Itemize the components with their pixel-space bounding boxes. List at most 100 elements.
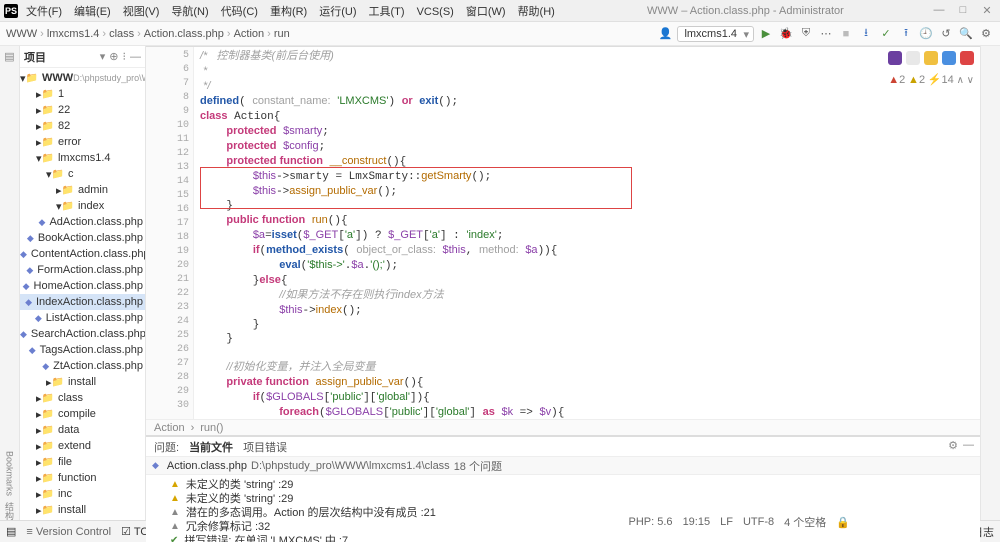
tree-item[interactable]: ◆ContentAction.class.php bbox=[20, 246, 145, 262]
breadcrumb-item[interactable]: WWW bbox=[6, 28, 37, 40]
problem-item[interactable]: ▲未定义的类 'string' :29 bbox=[146, 477, 980, 491]
tree-item[interactable]: ▸ 📁data bbox=[20, 422, 145, 438]
menu-item[interactable]: 导航(N) bbox=[165, 4, 214, 20]
status-vcs[interactable]: ≡ Version Control bbox=[26, 526, 111, 538]
panel-locate-icon[interactable]: ⊕ bbox=[109, 50, 118, 63]
maximize-button[interactable]: □ bbox=[954, 4, 972, 17]
menu-item[interactable]: VCS(S) bbox=[411, 4, 460, 20]
tree-item[interactable]: ◆HomeAction.class.php bbox=[20, 278, 145, 294]
menu-item[interactable]: 窗口(W) bbox=[460, 4, 512, 20]
tree-item[interactable]: ▸ 📁22 bbox=[20, 102, 145, 118]
status-lock-icon[interactable]: 🔒 bbox=[836, 516, 850, 529]
menu-item[interactable]: 重构(R) bbox=[264, 4, 313, 20]
user-icon[interactable]: 👤 bbox=[657, 26, 673, 42]
breadcrumb-item[interactable]: class bbox=[109, 28, 134, 40]
code-editor[interactable]: 5678910111213141516171819202122232425262… bbox=[146, 47, 980, 435]
tree-root[interactable]: ▾ 📁WWW D:\phpstudy_pro\WWW bbox=[20, 70, 145, 86]
settings-icon[interactable]: ⚙ bbox=[978, 26, 994, 42]
run-button[interactable]: ▶ bbox=[758, 26, 774, 42]
stop-button[interactable]: ■ bbox=[838, 26, 854, 42]
menu-item[interactable]: 视图(V) bbox=[117, 4, 166, 20]
tree-item[interactable]: ◆AdAction.class.php bbox=[20, 214, 145, 230]
status-tools-icon[interactable]: ▤ bbox=[6, 525, 16, 538]
tree-item[interactable]: ▸ 📁install bbox=[20, 374, 145, 390]
project-tool-icon[interactable]: ▤ bbox=[4, 50, 14, 63]
tree-item[interactable]: ▸ 📁file bbox=[20, 454, 145, 470]
problems-panel: 问题: 当前文件 项目错误 ⚙ — ◆ Action.class.php D:\… bbox=[146, 437, 980, 542]
tree-item[interactable]: ◆SearchAction.class.php bbox=[20, 326, 145, 342]
run-config-dropdown[interactable]: lmxcms1.4 bbox=[677, 26, 754, 42]
menu-item[interactable]: 文件(F) bbox=[20, 4, 68, 20]
browser-firefox-icon[interactable] bbox=[942, 51, 956, 65]
panel-menu-icon[interactable]: ▾ bbox=[100, 50, 106, 63]
status-encoding[interactable]: UTF-8 bbox=[743, 516, 774, 528]
problems-tab-current[interactable]: 当前文件 bbox=[189, 439, 233, 455]
git-push-icon[interactable]: ⭱ bbox=[898, 26, 914, 42]
problem-item[interactable]: ▲潜在的多态调用。Action 的层次结构中没有成员 :21 bbox=[146, 505, 980, 519]
tree-item[interactable]: ▸ 📁82 bbox=[20, 118, 145, 134]
tree-item[interactable]: ◆FormAction.class.php bbox=[20, 262, 145, 278]
problems-hide-icon[interactable]: — bbox=[963, 439, 974, 451]
browser-chrome-icon[interactable] bbox=[924, 51, 938, 65]
menu-item[interactable]: 工具(T) bbox=[363, 4, 411, 20]
panel-settings-icon[interactable]: ⁝ bbox=[123, 50, 127, 63]
tree-item[interactable]: ▸ 📁extend bbox=[20, 438, 145, 454]
tree-item[interactable]: ▸ 📁m bbox=[20, 518, 145, 520]
left-tool-strip: ▤ Bookmarks 结构 bbox=[0, 46, 20, 520]
tree-item[interactable]: ▸ 📁error bbox=[20, 134, 145, 150]
inspection-summary[interactable]: ▲2 ▲2 ⚡14 ∧ ∨ bbox=[888, 73, 974, 86]
editor-breadcrumb[interactable]: Action › run() bbox=[146, 419, 980, 435]
breadcrumb-item[interactable]: Action bbox=[234, 28, 265, 40]
tree-item[interactable]: ◆IndexAction.class.php bbox=[20, 294, 145, 310]
tree-item[interactable]: ▸ 📁admin bbox=[20, 182, 145, 198]
problem-item[interactable]: ✔拼写错误: 在单词 'LMXCMS' 中 :7 bbox=[146, 533, 980, 542]
browser-opera-icon[interactable] bbox=[960, 51, 974, 65]
tree-item[interactable]: ▸ 📁install bbox=[20, 502, 145, 518]
status-le[interactable]: LF bbox=[720, 516, 733, 528]
breadcrumb-item[interactable]: run bbox=[274, 28, 290, 40]
menu-item[interactable]: 代码(C) bbox=[215, 4, 264, 20]
reader-mode-icon[interactable] bbox=[906, 51, 920, 65]
tree-item[interactable]: ◆TagsAction.class.php bbox=[20, 342, 145, 358]
problem-item[interactable]: ▲冗余修算标记 :32 bbox=[146, 519, 980, 533]
tree-item[interactable]: ▸ 📁compile bbox=[20, 406, 145, 422]
status-caret[interactable]: 19:15 bbox=[683, 516, 711, 528]
bookmarks-tool-icon[interactable]: Bookmarks bbox=[5, 451, 15, 496]
breadcrumb-item[interactable]: lmxcms1.4 bbox=[47, 28, 100, 40]
history-icon[interactable]: 🕘 bbox=[918, 26, 934, 42]
tree-item[interactable]: ◆BookAction.class.php bbox=[20, 230, 145, 246]
minimize-button[interactable]: — bbox=[930, 4, 948, 17]
close-button[interactable]: ✕ bbox=[978, 4, 996, 17]
menu-item[interactable]: 运行(U) bbox=[313, 4, 362, 20]
coverage-button[interactable]: ⛨ bbox=[798, 26, 814, 42]
titlebar: PS 文件(F)编辑(E)视图(V)导航(N)代码(C)重构(R)运行(U)工具… bbox=[0, 0, 1000, 22]
tree-item[interactable]: ▸ 📁function bbox=[20, 470, 145, 486]
search-icon[interactable]: 🔍 bbox=[958, 26, 974, 42]
problems-tab-project[interactable]: 项目错误 bbox=[243, 439, 287, 455]
menu-item[interactable]: 编辑(E) bbox=[68, 4, 117, 20]
tree-item[interactable]: ▾ 📁lmxcms1.4 bbox=[20, 150, 145, 166]
panel-hide-icon[interactable]: — bbox=[130, 51, 141, 63]
tree-item[interactable]: ▾ 📁index bbox=[20, 198, 145, 214]
tree-item[interactable]: ◆ListAction.class.php bbox=[20, 310, 145, 326]
tree-item[interactable]: ▸ 📁class bbox=[20, 390, 145, 406]
breadcrumb-item[interactable]: Action.class.php bbox=[144, 28, 224, 40]
problem-item[interactable]: ▲未定义的类 'string' :29 bbox=[146, 491, 980, 505]
problems-settings-icon[interactable]: ⚙ bbox=[948, 439, 958, 452]
debug-button[interactable]: 🐞 bbox=[778, 26, 794, 42]
tree-item[interactable]: ◆ZtAction.class.php bbox=[20, 358, 145, 374]
more-run-icon[interactable]: ⋯ bbox=[818, 26, 834, 42]
php-icon[interactable] bbox=[888, 51, 902, 65]
tree-item[interactable]: ▸ 📁inc bbox=[20, 486, 145, 502]
menu-item[interactable]: 帮助(H) bbox=[512, 4, 561, 20]
status-php[interactable]: PHP: 5.6 bbox=[629, 516, 673, 528]
rollback-icon[interactable]: ↺ bbox=[938, 26, 954, 42]
problems-file-path: D:\phpstudy_pro\WWW\lmxcms1.4\class bbox=[251, 460, 450, 472]
tree-item[interactable]: ▾ 📁c bbox=[20, 166, 145, 182]
git-commit-icon[interactable]: ✓ bbox=[878, 26, 894, 42]
git-pull-icon[interactable]: ⭳ bbox=[858, 26, 874, 42]
problems-count: 18 个问题 bbox=[454, 458, 502, 474]
structure-tool-icon[interactable]: 结构 bbox=[3, 502, 16, 520]
tree-item[interactable]: ▸ 📁1 bbox=[20, 86, 145, 102]
status-indent[interactable]: 4 个空格 bbox=[784, 514, 826, 530]
